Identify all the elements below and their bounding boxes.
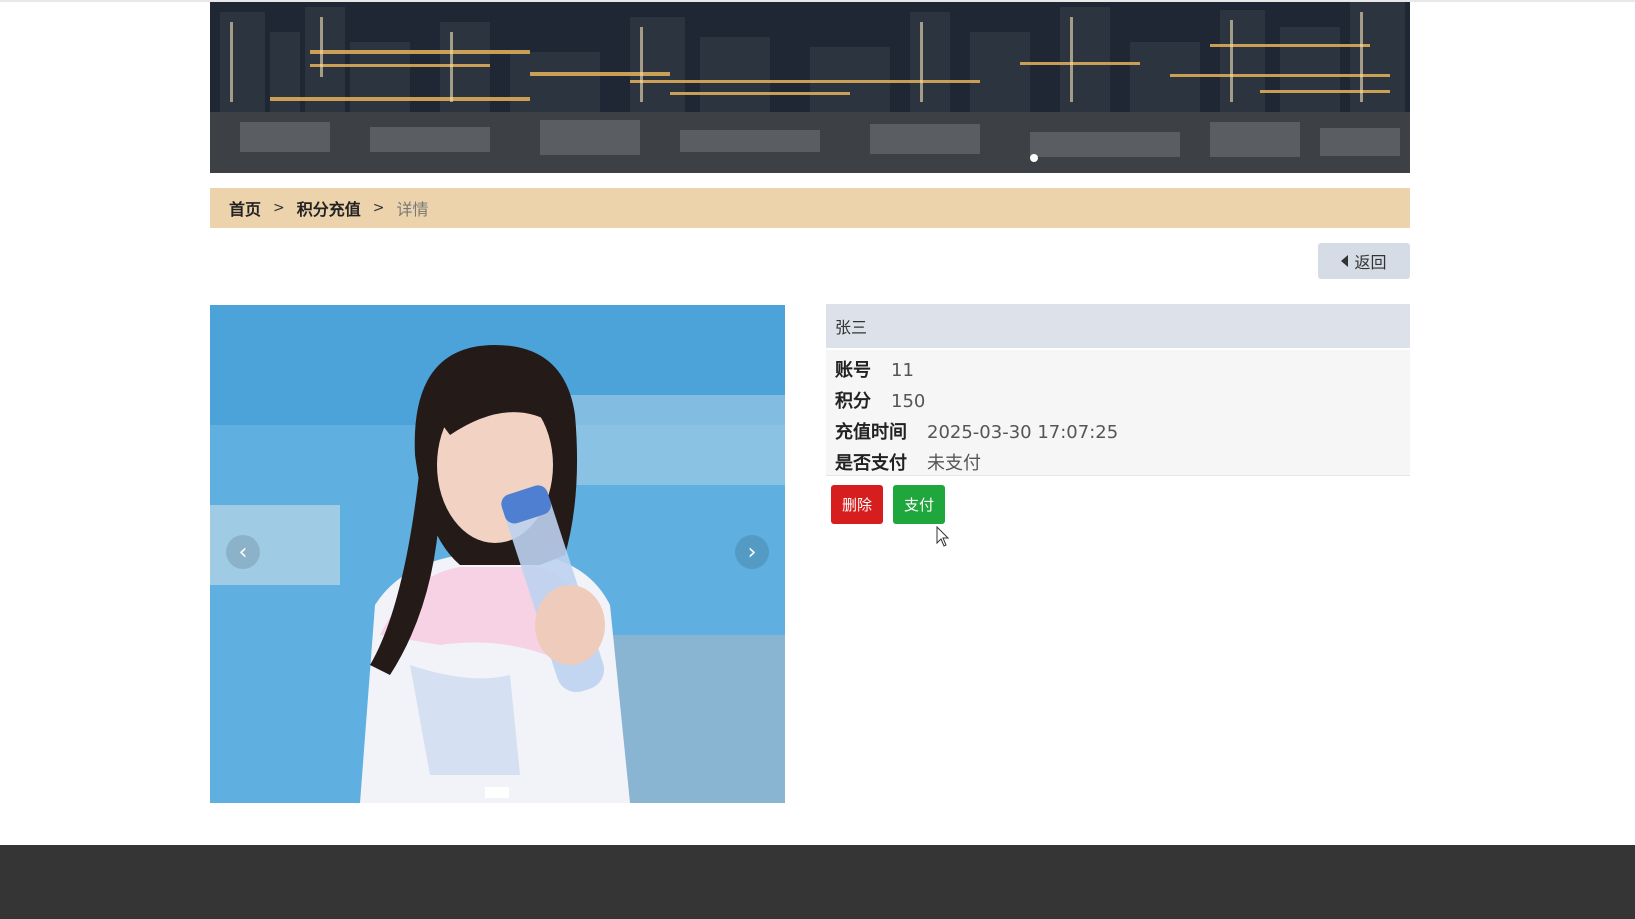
detail-image-carousel[interactable] <box>210 305 785 803</box>
field-value: 未支付 <box>927 453 981 474</box>
detail-name-header: 张三 <box>826 304 1410 348</box>
breadcrumb-separator: > <box>273 200 285 216</box>
field-recharge-time: 充值时间 2025-03-30 17:07:25 <box>835 418 1118 444</box>
carousel-indicator[interactable] <box>485 787 509 798</box>
field-label: 充值时间 <box>835 422 907 443</box>
field-label: 账号 <box>835 360 871 381</box>
banner-carousel[interactable] <box>210 2 1410 173</box>
breadcrumb: 首页 > 积分充值 > 详情 <box>210 188 1410 228</box>
field-label: 是否支付 <box>835 453 907 474</box>
detail-name: 张三 <box>835 318 868 337</box>
footer <box>0 845 1635 919</box>
breadcrumb-section[interactable]: 积分充值 <box>297 196 361 220</box>
pay-button[interactable]: 支付 <box>893 485 945 524</box>
banner-indicator-dot[interactable] <box>1030 154 1038 162</box>
breadcrumb-current: 详情 <box>396 200 429 219</box>
carousel-prev-button[interactable]: ‹ <box>226 535 260 569</box>
field-value: 2025-03-30 17:07:25 <box>927 422 1119 443</box>
back-button[interactable]: 返回 <box>1318 243 1410 279</box>
caret-left-icon <box>1341 255 1349 267</box>
chevron-right-icon: › <box>747 539 757 565</box>
field-account: 账号 11 <box>835 356 914 382</box>
field-paid-status: 是否支付 未支付 <box>835 449 981 475</box>
mouse-cursor-icon <box>936 526 950 547</box>
carousel-next-button[interactable]: › <box>735 535 769 569</box>
delete-button[interactable]: 删除 <box>831 485 883 524</box>
breadcrumb-separator: > <box>372 200 385 216</box>
back-button-label: 返回 <box>1354 255 1387 272</box>
city-night-banner-image <box>210 2 1410 173</box>
chevron-left-icon: ‹ <box>238 539 248 565</box>
field-points: 积分 150 <box>835 387 925 413</box>
field-label: 积分 <box>835 391 871 412</box>
field-value: 150 <box>891 391 926 412</box>
field-value: 11 <box>891 360 914 381</box>
detail-fields: 账号 11 积分 150 充值时间 2025-03-30 17:07:25 是否… <box>826 350 1410 476</box>
woman-drinking-water-photo <box>210 305 785 803</box>
breadcrumb-home[interactable]: 首页 <box>229 196 261 220</box>
